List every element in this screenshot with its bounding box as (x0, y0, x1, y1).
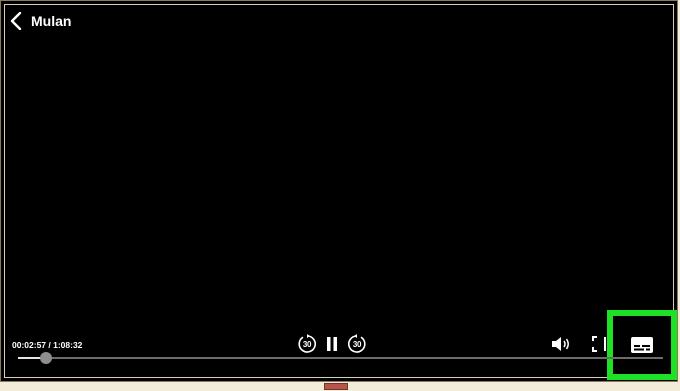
chevron-left-icon (10, 12, 22, 30)
subtitles-icon (631, 337, 653, 353)
video-title: Mulan (31, 13, 72, 29)
progress-bar[interactable] (18, 352, 663, 364)
volume-button[interactable] (551, 333, 573, 355)
video-player[interactable]: Mulan 00:02:57 / 1:08:32 30 30 (0, 0, 678, 382)
rewind-label: 30 (302, 339, 312, 349)
playback-controls: 30 30 (297, 332, 367, 356)
video-area[interactable] (4, 4, 674, 378)
bottom-tab (324, 383, 348, 390)
rewind-30-button[interactable]: 30 (297, 334, 317, 354)
pause-icon (327, 337, 337, 351)
volume-icon (552, 337, 569, 351)
top-bar: Mulan (7, 9, 71, 33)
subtitles-button[interactable] (607, 310, 677, 380)
fullscreen-button[interactable] (591, 335, 607, 353)
pause-button[interactable] (323, 334, 341, 354)
back-button[interactable] (7, 10, 25, 32)
forward-label: 30 (352, 339, 362, 349)
fullscreen-icon (592, 336, 606, 352)
time-readout: 00:02:57 / 1:08:32 (12, 340, 83, 350)
forward-30-button[interactable]: 30 (347, 334, 367, 354)
progress-thumb[interactable] (39, 352, 52, 364)
